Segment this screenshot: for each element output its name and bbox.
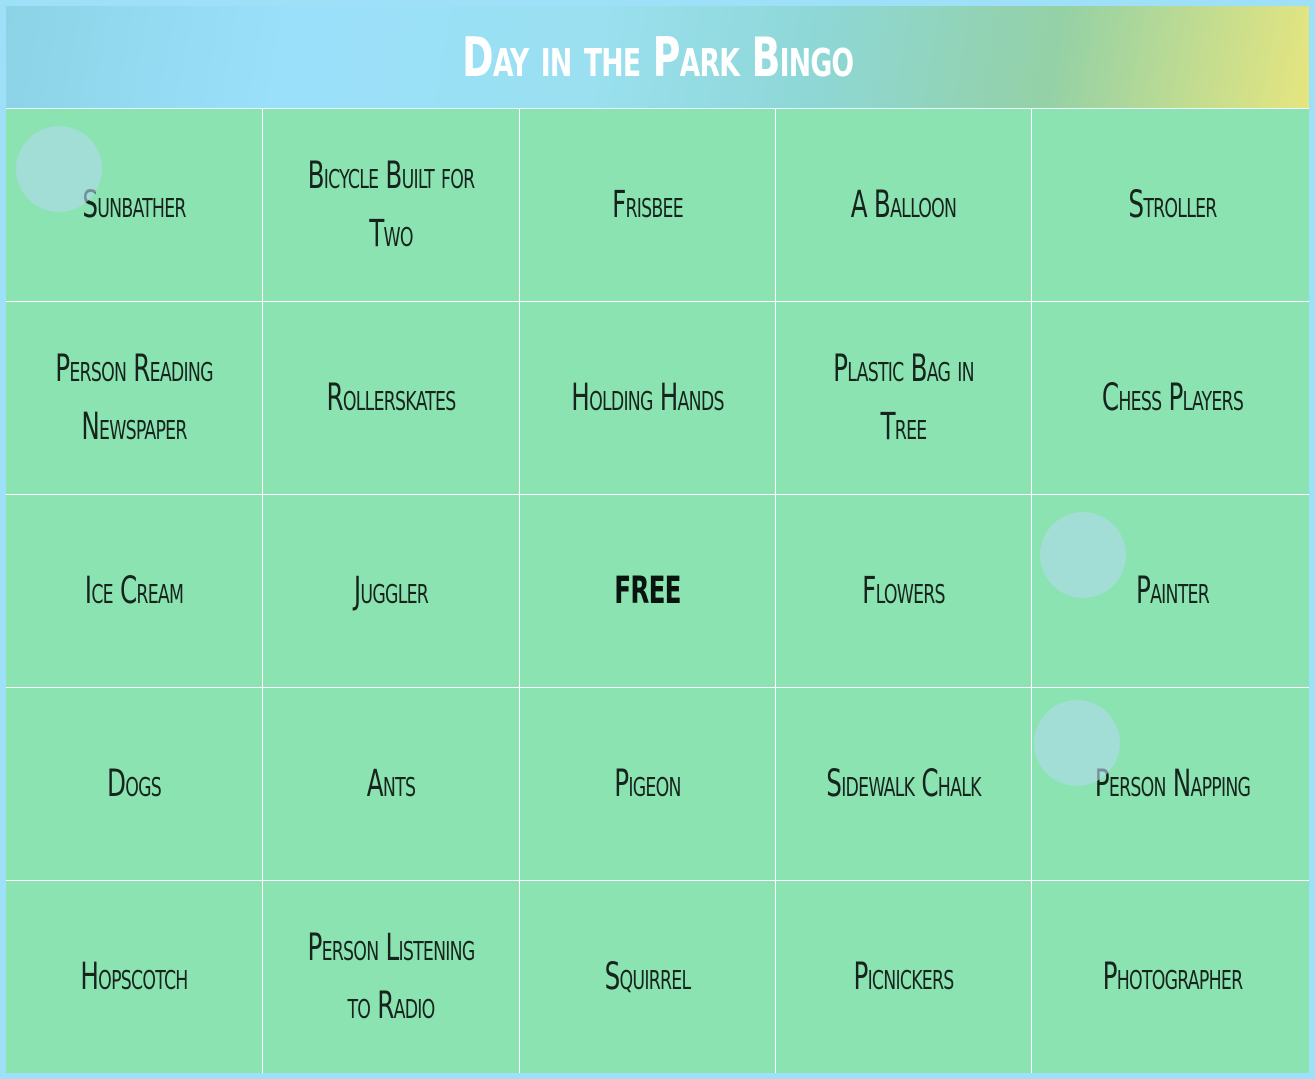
bingo-cell[interactable]: Flowers — [776, 495, 1031, 687]
bingo-cell[interactable]: Juggler — [263, 495, 519, 687]
bingo-board: Day in the Park Bingo Sunbather Bicycle … — [6, 6, 1309, 1073]
bingo-cell[interactable]: Sunbather — [6, 109, 262, 301]
cell-label: Squirrel — [604, 955, 691, 998]
bingo-cell[interactable]: Frisbee — [520, 109, 775, 301]
cell-label: Ants — [366, 762, 416, 805]
cell-label: A Balloon — [850, 183, 957, 226]
cell-label: Pigeon — [614, 762, 681, 805]
cell-label: Stroller — [1128, 183, 1217, 226]
title-bar: Day in the Park Bingo — [6, 6, 1309, 109]
page-title: Day in the Park Bingo — [461, 25, 854, 89]
free-cell[interactable]: FREE — [520, 495, 775, 687]
cell-label: Plastic Bag in Tree — [833, 347, 974, 448]
cell-label: Bicycle Built for Two — [307, 154, 476, 255]
cell-label: Person Napping — [1094, 762, 1251, 805]
cell-label: Flowers — [862, 569, 945, 612]
bingo-cell[interactable]: Rollerskates — [263, 302, 519, 494]
bingo-cell[interactable]: Person Reading Newspaper — [6, 302, 262, 494]
bingo-cell[interactable]: Person Napping — [1032, 688, 1309, 880]
cell-label: Hopscotch — [80, 955, 188, 998]
bingo-cell[interactable]: Painter — [1032, 495, 1309, 687]
cell-label: Rollerskates — [326, 376, 457, 419]
bingo-cell[interactable]: Ice Cream — [6, 495, 262, 687]
bingo-grid: Sunbather Bicycle Built for Two Frisbee … — [6, 109, 1309, 1073]
bingo-cell[interactable]: Photographer — [1032, 881, 1309, 1073]
bingo-cell[interactable]: Pigeon — [520, 688, 775, 880]
bingo-cell[interactable]: Plastic Bag in Tree — [776, 302, 1031, 494]
bingo-cell[interactable]: A Balloon — [776, 109, 1031, 301]
cell-label: Frisbee — [612, 183, 684, 226]
bingo-cell[interactable]: Sidewalk Chalk — [776, 688, 1031, 880]
cell-label: Person Reading Newspaper — [55, 347, 213, 448]
cell-label: Sidewalk Chalk — [826, 762, 981, 805]
bingo-cell[interactable]: Ants — [263, 688, 519, 880]
free-label: FREE — [614, 569, 681, 612]
bingo-cell[interactable]: Bicycle Built for Two — [263, 109, 519, 301]
bingo-cell[interactable]: Person Listening to Radio — [263, 881, 519, 1073]
bingo-cell[interactable]: Squirrel — [520, 881, 775, 1073]
cell-label: Holding Hands — [571, 376, 724, 419]
bingo-cell[interactable]: Dogs — [6, 688, 262, 880]
cell-label: Ice Cream — [84, 569, 184, 612]
bingo-cell[interactable]: Holding Hands — [520, 302, 775, 494]
cell-label: Painter — [1135, 569, 1210, 612]
cell-label: Chess Players — [1101, 376, 1244, 419]
bingo-cell[interactable]: Chess Players — [1032, 302, 1309, 494]
cell-label: Person Listening to Radio — [307, 926, 475, 1027]
bingo-cell[interactable]: Hopscotch — [6, 881, 262, 1073]
cell-label: Dogs — [106, 762, 162, 805]
bingo-cell[interactable]: Picnickers — [776, 881, 1031, 1073]
cell-label: Juggler — [353, 569, 429, 612]
cell-label: Picnickers — [853, 955, 954, 998]
bingo-cell[interactable]: Stroller — [1032, 109, 1309, 301]
cell-label: Sunbather — [82, 183, 186, 226]
cell-label: Photographer — [1102, 955, 1243, 998]
